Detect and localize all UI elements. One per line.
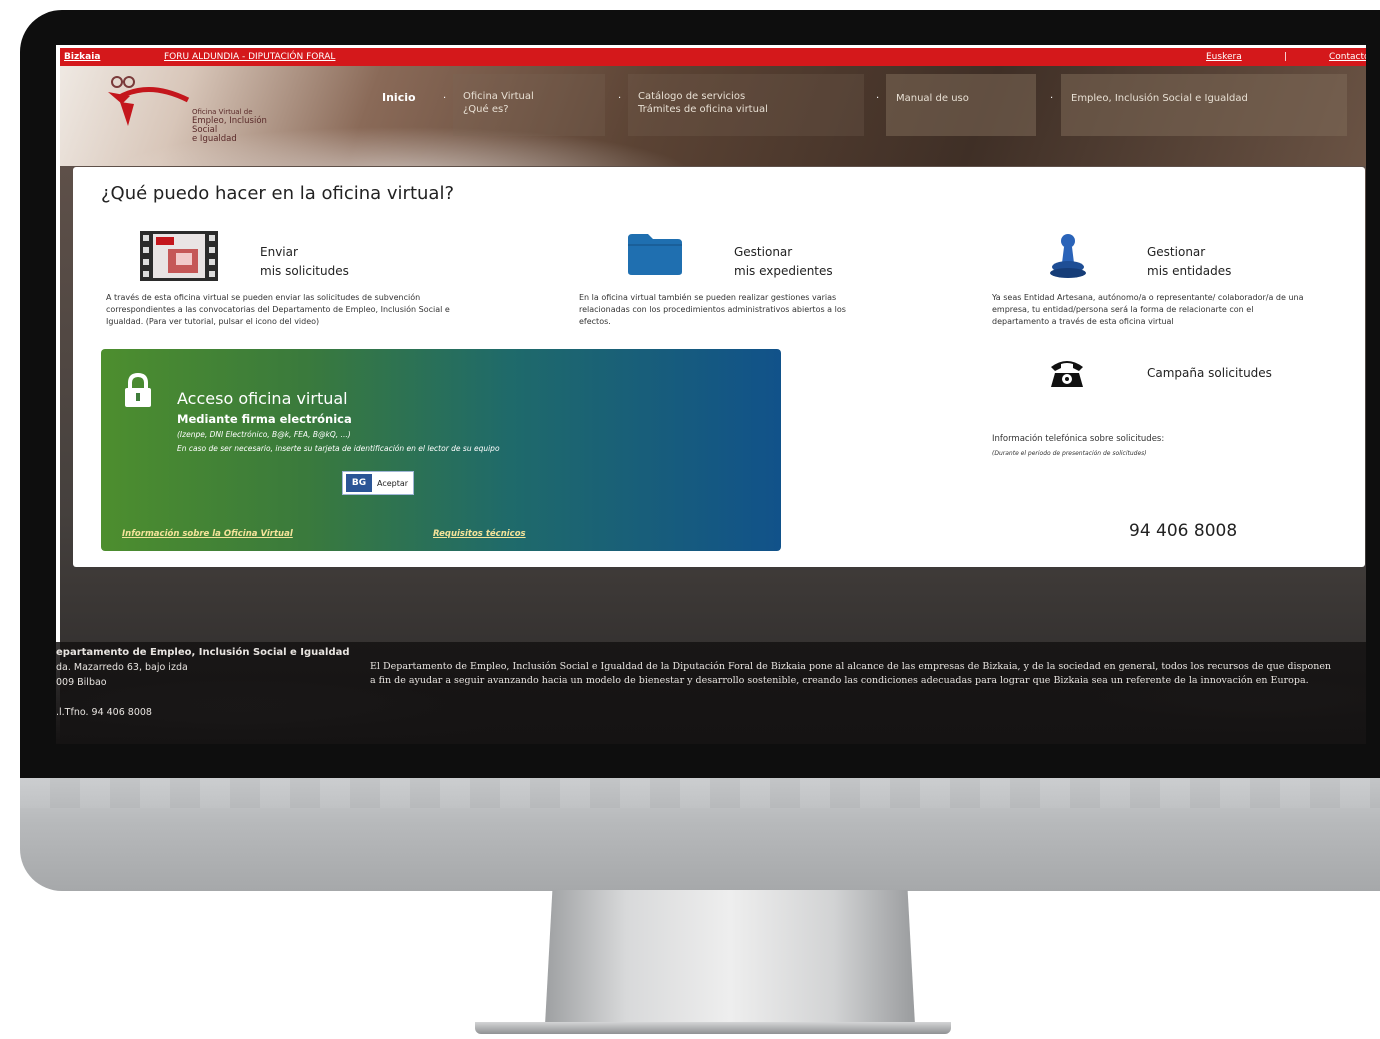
- bg-badge-icon: BG: [346, 474, 372, 492]
- access-note-methods: (Izenpe, DNI Electrónico, B@k, FEA, B@kQ…: [177, 430, 351, 439]
- nav-dot: ·: [443, 93, 447, 104]
- nav-catalogo[interactable]: Catálogo de servicios Trámites de oficin…: [628, 74, 864, 136]
- access-panel: Acceso oficina virtual Mediante firma el…: [101, 349, 781, 551]
- video-tutorial-icon[interactable]: [140, 231, 218, 285]
- access-subtitle: Mediante firma electrónica: [177, 412, 352, 426]
- nav-oficina-virtual[interactable]: Oficina Virtual ¿Qué es?: [453, 74, 605, 136]
- office-logo[interactable]: Oficina Virtual de Empleo, Inclusión Soci…: [108, 74, 268, 144]
- lock-icon: [123, 372, 153, 413]
- nav-dot: ·: [1050, 93, 1054, 104]
- footer-contact: epartamento de Empleo, Inclusión Social …: [56, 645, 350, 720]
- header-banner: Oficina Virtual de Empleo, Inclusión Soci…: [60, 66, 1366, 166]
- monitor-chin: [20, 778, 1380, 891]
- accept-button-label: Aceptar: [377, 478, 409, 488]
- top-bar: Bizkaia FORU ALDUNDIA - DIPUTACIÓN FORAL…: [60, 48, 1366, 66]
- feature-send-title[interactable]: Enviar mis solicitudes: [260, 243, 349, 281]
- folder-icon[interactable]: [626, 232, 684, 280]
- campaign-info: Información telefónica sobre solicitudes…: [992, 434, 1165, 444]
- bizkaia-link[interactable]: Bizkaia: [64, 48, 100, 66]
- telephone-icon: [1049, 357, 1085, 393]
- main-card: ¿Qué puedo hacer en la oficina virtual? …: [73, 167, 1365, 567]
- campaign-note: (Durante el periodo de presentación de s…: [992, 450, 1147, 457]
- page-title: ¿Qué puedo hacer en la oficina virtual?: [101, 183, 454, 204]
- access-title: Acceso oficina virtual: [177, 389, 348, 408]
- topbar-separator: |: [1284, 52, 1288, 62]
- footer-phone: .l.Tfno. 94 406 8008: [56, 707, 152, 718]
- footer-description: El Departamento de Empleo, Inclusión Soc…: [370, 661, 1332, 686]
- logo-line1: Oficina Virtual de: [192, 108, 253, 116]
- browser-screen: Bizkaia FORU ALDUNDIA - DIPUTACIÓN FORAL…: [56, 45, 1366, 744]
- monitor-stand: [545, 890, 915, 1025]
- euskera-link[interactable]: Euskera: [1206, 48, 1242, 66]
- contact-link[interactable]: Contacto: [1329, 48, 1366, 66]
- monitor-base: [475, 1022, 951, 1034]
- nav-dot: ·: [876, 93, 880, 104]
- footer: epartamento de Empleo, Inclusión Social …: [56, 642, 1366, 744]
- feature-send-description: A través de esta oficina virtual se pued…: [106, 293, 450, 326]
- logo-text: Oficina Virtual de Empleo, Inclusión Soci…: [192, 108, 268, 144]
- stamp-icon[interactable]: [1048, 233, 1088, 283]
- foru-aldundia-link[interactable]: FORU ALDUNDIA - DIPUTACIÓN FORAL: [164, 48, 335, 66]
- nav-inicio[interactable]: Inicio: [382, 91, 416, 104]
- campaign-title: Campaña solicitudes: [1147, 366, 1272, 380]
- logo-line2: Empleo, Inclusión Social e Igualdad: [192, 116, 267, 144]
- campaign-phone: 94 406 8008: [1129, 521, 1238, 541]
- requisitos-link[interactable]: Requisitos técnicos: [433, 529, 526, 539]
- nav-dot: ·: [618, 93, 622, 104]
- feature-files-description: En la oficina virtual también se pueden …: [579, 293, 846, 326]
- info-oficina-link[interactable]: Información sobre la Oficina Virtual: [122, 529, 293, 539]
- nav-empleo[interactable]: Empleo, Inclusión Social e Igualdad: [1061, 74, 1347, 136]
- nav-manual-uso[interactable]: Manual de uso: [886, 74, 1036, 136]
- feature-files-title[interactable]: Gestionar mis expedientes: [734, 243, 833, 281]
- access-note-card: En caso de ser necesario, inserte su tar…: [177, 444, 500, 453]
- feature-entities-title[interactable]: Gestionar mis entidades: [1147, 243, 1231, 281]
- accept-button[interactable]: BG Aceptar: [342, 471, 414, 495]
- feature-entities-description: Ya seas Entidad Artesana, autónomo/a o r…: [992, 293, 1304, 326]
- footer-address: da. Mazarredo 63, bajo izda 009 Bilbao: [56, 662, 188, 688]
- footer-dept: epartamento de Empleo, Inclusión Social …: [56, 647, 350, 658]
